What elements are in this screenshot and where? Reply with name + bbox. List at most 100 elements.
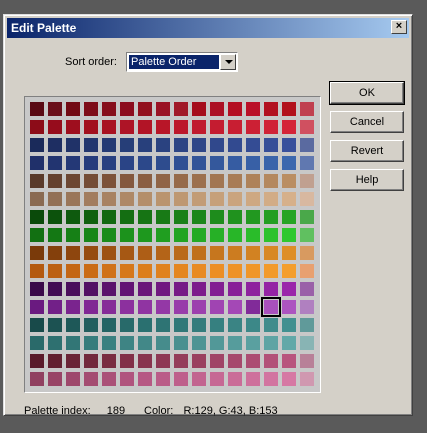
palette-swatch[interactable] <box>138 246 152 260</box>
palette-swatch[interactable] <box>228 138 242 152</box>
palette-swatch[interactable] <box>282 156 296 170</box>
palette-swatch[interactable] <box>192 192 206 206</box>
palette-swatch[interactable] <box>84 156 98 170</box>
palette-swatch[interactable] <box>300 102 314 116</box>
palette-swatch[interactable] <box>102 264 116 278</box>
cancel-button[interactable]: Cancel <box>330 111 404 133</box>
palette-swatch[interactable] <box>30 156 44 170</box>
palette-swatch[interactable] <box>246 300 260 314</box>
palette-swatch[interactable] <box>156 318 170 332</box>
palette-swatch[interactable] <box>156 336 170 350</box>
palette-swatch[interactable] <box>264 174 278 188</box>
palette-swatch[interactable] <box>264 102 278 116</box>
palette-swatch[interactable] <box>156 264 170 278</box>
palette-swatch[interactable] <box>102 282 116 296</box>
palette-swatch[interactable] <box>30 354 44 368</box>
palette-swatch[interactable] <box>102 138 116 152</box>
palette-swatch[interactable] <box>156 228 170 242</box>
palette-swatch[interactable] <box>66 318 80 332</box>
palette-swatch[interactable] <box>30 282 44 296</box>
palette-swatch[interactable] <box>228 354 242 368</box>
palette-swatch[interactable] <box>246 264 260 278</box>
palette-swatch[interactable] <box>246 336 260 350</box>
palette-swatch[interactable] <box>102 336 116 350</box>
palette-swatch[interactable] <box>30 318 44 332</box>
palette-swatch[interactable] <box>246 282 260 296</box>
palette-swatch[interactable] <box>84 102 98 116</box>
palette-swatch[interactable] <box>120 336 134 350</box>
palette-swatch[interactable] <box>84 228 98 242</box>
palette-swatch[interactable] <box>228 174 242 188</box>
palette-swatch[interactable] <box>30 228 44 242</box>
palette-swatch[interactable] <box>264 354 278 368</box>
palette-swatch[interactable] <box>174 102 188 116</box>
palette-swatch[interactable] <box>138 102 152 116</box>
palette-swatch[interactable] <box>300 282 314 296</box>
palette-swatch[interactable] <box>192 156 206 170</box>
palette-swatch[interactable] <box>102 372 116 386</box>
palette-swatch[interactable] <box>228 372 242 386</box>
palette-swatch[interactable] <box>120 120 134 134</box>
palette-swatch[interactable] <box>264 192 278 206</box>
palette-swatch[interactable] <box>48 228 62 242</box>
palette-swatch[interactable] <box>264 246 278 260</box>
palette-swatch[interactable] <box>156 156 170 170</box>
palette-swatch[interactable] <box>192 336 206 350</box>
palette-swatch[interactable] <box>228 246 242 260</box>
palette-swatch[interactable] <box>300 156 314 170</box>
palette-swatch[interactable] <box>102 300 116 314</box>
palette-swatch[interactable] <box>66 300 80 314</box>
palette-swatch[interactable] <box>282 372 296 386</box>
palette-swatch[interactable] <box>102 120 116 134</box>
sort-order-select[interactable]: Palette Order <box>126 52 238 72</box>
palette-swatch[interactable] <box>120 282 134 296</box>
palette-swatch[interactable] <box>48 282 62 296</box>
palette-swatch[interactable] <box>210 210 224 224</box>
palette-swatch[interactable] <box>102 102 116 116</box>
palette-swatch[interactable] <box>246 228 260 242</box>
palette-swatch[interactable] <box>228 192 242 206</box>
palette-swatch[interactable] <box>174 354 188 368</box>
palette-swatch[interactable] <box>174 318 188 332</box>
palette-swatch[interactable] <box>192 282 206 296</box>
palette-swatch[interactable] <box>228 336 242 350</box>
palette-swatch[interactable] <box>174 228 188 242</box>
palette-swatch[interactable] <box>246 120 260 134</box>
palette-swatch[interactable] <box>264 372 278 386</box>
palette-swatch[interactable] <box>66 336 80 350</box>
palette-swatch[interactable] <box>66 372 80 386</box>
palette-swatch[interactable] <box>138 120 152 134</box>
palette-swatch[interactable] <box>300 372 314 386</box>
palette-swatch[interactable] <box>192 120 206 134</box>
palette-swatch[interactable] <box>192 210 206 224</box>
palette-swatch[interactable] <box>264 156 278 170</box>
palette-swatch[interactable] <box>84 138 98 152</box>
palette-swatch[interactable] <box>30 174 44 188</box>
palette-swatch[interactable] <box>282 102 296 116</box>
palette-swatch[interactable] <box>300 120 314 134</box>
palette-swatch[interactable] <box>120 372 134 386</box>
palette-swatch[interactable] <box>84 192 98 206</box>
palette-swatch[interactable] <box>30 138 44 152</box>
palette-swatch[interactable] <box>228 120 242 134</box>
palette-swatch[interactable] <box>102 246 116 260</box>
palette-swatch[interactable] <box>300 336 314 350</box>
close-button[interactable]: × <box>391 20 407 34</box>
palette-swatch[interactable] <box>66 354 80 368</box>
palette-swatch[interactable] <box>102 156 116 170</box>
palette-swatch[interactable] <box>48 354 62 368</box>
palette-swatch[interactable] <box>120 138 134 152</box>
palette-swatch[interactable] <box>282 138 296 152</box>
palette-swatch[interactable] <box>174 120 188 134</box>
palette-swatch[interactable] <box>174 210 188 224</box>
palette-swatch[interactable] <box>84 120 98 134</box>
palette-swatch[interactable] <box>264 264 278 278</box>
palette-swatch[interactable] <box>30 264 44 278</box>
palette-swatch[interactable] <box>48 246 62 260</box>
palette-swatch[interactable] <box>138 264 152 278</box>
palette-swatch[interactable] <box>210 138 224 152</box>
palette-swatch[interactable] <box>246 138 260 152</box>
palette-swatch[interactable] <box>300 192 314 206</box>
palette-swatch[interactable] <box>228 210 242 224</box>
palette-swatch[interactable] <box>174 174 188 188</box>
